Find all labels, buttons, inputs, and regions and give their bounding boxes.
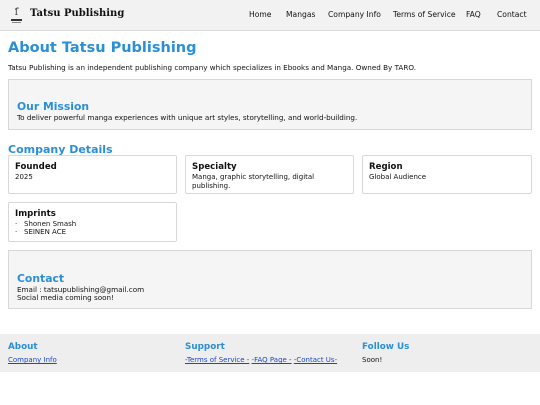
brand-name[interactable]: Tatsu Publishing [30, 8, 124, 19]
footer-terms-link[interactable]: -Terms of Service - [185, 356, 249, 364]
region-value: Global Audience [369, 173, 427, 181]
mission-text: To deliver powerful manga experiences wi… [17, 113, 358, 122]
founded-card: Founded 2025 [8, 155, 177, 194]
imprints-label: Imprints [15, 209, 56, 219]
nav-contact[interactable]: Contact [497, 10, 527, 19]
site-footer: About Company Info Support -Terms of Ser… [0, 334, 540, 372]
contact-social: Social media coming soon! [17, 293, 114, 302]
nav-terms-of-service[interactable]: Terms of Service [393, 10, 456, 19]
footer-follow-text: Soon! [362, 356, 383, 364]
list-item: SEINEN ACE [15, 228, 76, 236]
contact-panel: Contact Email : tatsupublishing@gmail.co… [8, 250, 532, 309]
footer-about-heading: About [8, 342, 38, 352]
footer-company-info-link[interactable]: Company Info [8, 356, 57, 364]
region-card: Region Global Audience [362, 155, 532, 194]
footer-follow-heading: Follow Us [362, 342, 410, 352]
footer-support-heading: Support [185, 342, 225, 352]
nav-mangas[interactable]: Mangas [286, 10, 315, 19]
mission-heading: Our Mission [17, 100, 90, 113]
founded-label: Founded [15, 162, 57, 172]
specialty-value: Manga, graphic storytelling, digital pub… [192, 173, 315, 190]
imprints-list: Shonen Smash SEINEN ACE [15, 220, 76, 236]
region-label: Region [369, 162, 403, 172]
nav-faq[interactable]: FAQ [466, 10, 481, 19]
site-header: ẝ Tatsu Publishing Home Mangas Company I… [0, 0, 540, 31]
page-title: About Tatsu Publishing [8, 40, 197, 56]
nav-company-info[interactable]: Company Info [328, 10, 381, 19]
footer-faq-link[interactable]: -FAQ Page - [252, 356, 292, 364]
intro-text: Tatsu Publishing is an independent publi… [8, 63, 416, 72]
specialty-label: Specialty [192, 162, 237, 172]
contact-heading: Contact [17, 272, 65, 285]
footer-contact-link[interactable]: -Contact Us- [294, 356, 337, 364]
logo-icon[interactable]: ẝ [10, 7, 23, 24]
nav-home[interactable]: Home [249, 10, 271, 19]
specialty-card: Specialty Manga, graphic storytelling, d… [185, 155, 354, 194]
mission-panel: Our Mission To deliver powerful manga ex… [8, 79, 532, 130]
founded-value: 2025 [15, 173, 33, 181]
imprints-card: Imprints Shonen Smash SEINEN ACE [8, 202, 177, 242]
list-item: Shonen Smash [15, 220, 76, 228]
